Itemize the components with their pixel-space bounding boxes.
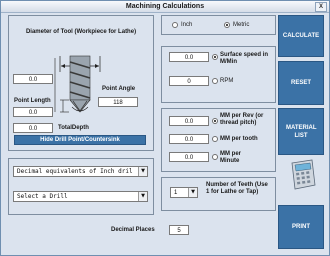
inch-label: Inch — [181, 21, 193, 28]
point-length-field[interactable]: 0.0 — [13, 107, 53, 117]
material-list-label: MATERIAL LIST — [286, 124, 317, 139]
print-button[interactable]: PRINT — [278, 205, 324, 249]
mm-per-rev-radio[interactable] — [212, 118, 218, 124]
window-title: Machining Calculations — [125, 3, 205, 10]
mm-per-tooth-radio[interactable] — [212, 136, 218, 142]
teeth-select-value: 1 — [174, 190, 178, 196]
equivalents-select-value: Decimal equivalents of Inch dril — [17, 168, 133, 175]
chevron-down-icon: ▼ — [138, 192, 147, 201]
main-window: Machining Calculations X Diameter of Too… — [0, 0, 330, 256]
drill-icon — [69, 55, 91, 113]
mm-per-rev-label: MM per Rev (or thread pitch) — [220, 113, 264, 126]
calculate-label: CALCULATE — [282, 33, 320, 39]
surface-speed-field[interactable]: 0.0 — [169, 52, 209, 62]
reset-label: RESET — [290, 80, 311, 86]
rpm-label: RPM — [220, 78, 234, 84]
speed-panel: 0.0 Surface speed in M/Min 0 RPM — [161, 46, 276, 103]
point-angle-field[interactable]: 118 — [98, 97, 138, 107]
close-icon: X — [318, 4, 323, 10]
mm-per-minute-radio[interactable] — [212, 154, 218, 160]
drill-select[interactable]: Select a Drill ▼ — [13, 191, 148, 202]
surface-speed-label: Surface speed in M/Min — [220, 52, 269, 65]
calculator-icon[interactable] — [284, 159, 318, 191]
total-depth-label: TotalDepth — [58, 125, 89, 131]
mm-per-tooth-label: MM per tooth — [220, 136, 258, 142]
drill-select-value: Select a Drill — [17, 193, 68, 200]
surface-speed-radio[interactable] — [212, 54, 218, 60]
material-list-button[interactable]: MATERIAL LIST — [278, 108, 324, 155]
drill-select-panel: Decimal equivalents of Inch dril ▼ Selec… — [8, 158, 154, 215]
teeth-panel: 1 ▼ Number of Teeth (Use 1 for Lathe or … — [161, 177, 276, 211]
metric-radio[interactable] — [224, 22, 230, 28]
decimal-places-label: Decimal Places — [111, 227, 155, 233]
print-label: PRINT — [292, 224, 310, 230]
rpm-field[interactable]: 0 — [169, 76, 209, 86]
chevron-down-icon: ▼ — [188, 188, 197, 197]
teeth-label: Number of Teeth (Use 1 for Lathe or Tap) — [206, 182, 268, 195]
calculate-button[interactable]: CALCULATE — [278, 15, 324, 57]
equivalents-select[interactable]: Decimal equivalents of Inch dril ▼ — [13, 166, 148, 177]
mm-per-rev-field[interactable]: 0.0 — [169, 116, 209, 126]
mm-per-tooth-field[interactable]: 0.0 — [169, 134, 209, 144]
hide-drill-point-button[interactable]: Hide Drill Point/Countersink — [14, 135, 146, 145]
reset-button[interactable]: RESET — [278, 61, 324, 105]
title-bar: Machining Calculations X — [1, 1, 329, 13]
tool-panel: Diameter of Tool (Workpiece for Lathe) 0… — [8, 15, 154, 151]
point-angle-label: Point Angle — [102, 86, 136, 92]
decimal-places-field[interactable]: 5 — [169, 225, 189, 235]
rpm-radio[interactable] — [212, 78, 218, 84]
feed-panel: 0.0 MM per Rev (or thread pitch) 0.0 MM … — [161, 108, 276, 172]
mm-per-minute-label: MM per Minute — [220, 151, 241, 164]
total-depth-field[interactable]: 0.0 — [13, 123, 53, 133]
teeth-select[interactable]: 1 ▼ — [170, 187, 198, 198]
mm-per-minute-field[interactable]: 0.0 — [169, 152, 209, 162]
close-button[interactable]: X — [315, 2, 327, 12]
point-length-label: Point Length — [14, 98, 51, 104]
diameter-field[interactable]: 0.0 — [13, 74, 53, 84]
chevron-down-icon: ▼ — [138, 167, 147, 176]
metric-label: Metric — [233, 21, 250, 28]
inch-radio[interactable] — [172, 22, 178, 28]
units-panel: Inch Metric — [161, 15, 276, 35]
